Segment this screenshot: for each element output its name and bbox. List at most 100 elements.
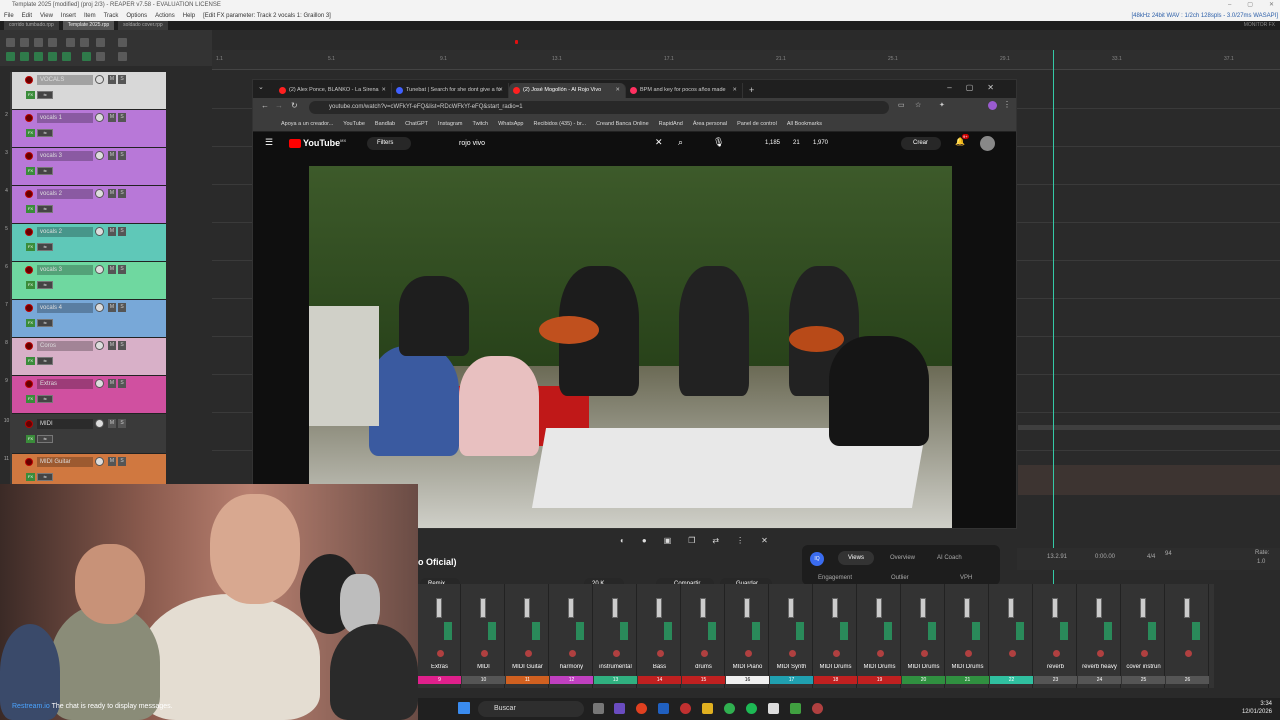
midi-item[interactable] — [1018, 425, 1280, 430]
bookmark-item[interactable]: Creand Banca Online — [596, 117, 649, 131]
reaper-icon[interactable] — [812, 703, 823, 714]
browser-menu-icon[interactable]: ⋮ — [1003, 100, 1011, 109]
pan-knob[interactable] — [657, 650, 664, 657]
profile-avatar[interactable] — [988, 101, 997, 110]
fx-button[interactable]: FX — [26, 319, 35, 327]
pan-knob[interactable] — [745, 650, 752, 657]
mute-button[interactable]: M — [108, 457, 116, 466]
vidiq-tab-overview[interactable]: Overview — [890, 555, 915, 561]
route-button[interactable]: ⇆ — [37, 395, 53, 403]
mixer-strip[interactable]: harmony 12 — [550, 584, 593, 688]
browser-tab[interactable]: Tunebat | Search for she dont give a fo ✕ — [392, 83, 509, 98]
task-view-icon[interactable] — [593, 703, 604, 714]
volume-knob[interactable] — [95, 75, 104, 84]
route-button[interactable]: ⇆ — [37, 243, 53, 251]
track-header[interactable]: 8 Coros M S FX ⇆ — [5, 338, 166, 376]
spotify-icon[interactable] — [746, 703, 757, 714]
ripple-icon[interactable] — [20, 52, 29, 61]
fx-button[interactable]: FX — [26, 357, 35, 365]
mixer-strip[interactable]: MIDI Drums 18 — [814, 584, 857, 688]
browser-tab[interactable]: BPM and key for pocos años made ✕ — [626, 83, 743, 98]
tab-close-icon[interactable]: ✕ — [615, 83, 620, 98]
record-arm-icon[interactable] — [25, 114, 33, 122]
volume-fader[interactable] — [1052, 598, 1058, 618]
track-header[interactable]: 4 vocals 2 M S FX ⇆ — [5, 186, 166, 224]
bookmark-item[interactable]: Instagram — [438, 117, 462, 131]
route-button[interactable]: ⇆ — [37, 129, 53, 137]
bookmark-star-icon[interactable]: ☆ — [915, 101, 921, 109]
monitor-fx[interactable]: MONITOR FX — [1239, 21, 1280, 30]
volume-fader[interactable] — [1008, 598, 1014, 618]
mixer-strip[interactable]: MIDI Drums 21 — [946, 584, 989, 688]
browser-tab[interactable]: (2) Alex Ponce, BLANKO - La Sirena ✕ — [275, 83, 392, 98]
volume-fader[interactable] — [920, 598, 926, 618]
envelope-icon[interactable] — [62, 52, 71, 61]
snap-icon[interactable] — [6, 52, 15, 61]
record-arm-icon[interactable] — [25, 266, 33, 274]
new-project-icon[interactable] — [6, 38, 15, 47]
cut-icon[interactable] — [118, 52, 127, 61]
mute-button[interactable]: M — [108, 379, 116, 388]
mixer-strip[interactable]: 22 — [990, 584, 1033, 688]
fx-slot[interactable] — [664, 622, 672, 640]
bookmark-item[interactable]: Recibidos (435) - br... — [533, 117, 586, 131]
fx-slot[interactable] — [1104, 622, 1112, 640]
menu-item[interactable]: Item — [84, 11, 96, 21]
pan-knob[interactable] — [921, 650, 928, 657]
mixer-strip[interactable]: reverb 23 — [1034, 584, 1077, 688]
pan-knob[interactable] — [965, 650, 972, 657]
filters-button[interactable]: Filters — [367, 137, 411, 150]
project-tab[interactable]: soldado cover.rpp — [118, 21, 168, 30]
vidiq-tab-ai-coach[interactable]: AI Coach — [937, 555, 962, 561]
loop-icon[interactable] — [82, 52, 91, 61]
project-tab-active[interactable]: Template 2025.rpp — [62, 21, 115, 30]
record-arm-icon[interactable] — [25, 228, 33, 236]
menu-view[interactable]: View — [40, 11, 53, 21]
time-signature[interactable]: 4/4 — [1147, 554, 1155, 560]
bookmark-item[interactable]: Bandlab — [375, 117, 395, 131]
fx-slot[interactable] — [1016, 622, 1024, 640]
pan-knob[interactable] — [1097, 650, 1104, 657]
pan-knob[interactable] — [1009, 650, 1016, 657]
route-button[interactable]: ⇆ — [37, 91, 53, 99]
app-icon[interactable] — [680, 703, 691, 714]
vidiq-logo[interactable]: IQ — [810, 552, 824, 566]
menu-track[interactable]: Track — [104, 11, 119, 21]
mute-button[interactable]: M — [108, 265, 116, 274]
pan-knob[interactable] — [1185, 650, 1192, 657]
bookmark-item[interactable]: Apoya a un creador... — [281, 117, 333, 131]
youtube-search-input[interactable]: rojo vivo — [459, 137, 485, 150]
volume-fader[interactable] — [436, 598, 442, 618]
menu-help[interactable]: Help — [183, 11, 195, 21]
solo-button[interactable]: S — [118, 227, 126, 236]
menu-actions[interactable]: Actions — [155, 11, 175, 21]
cast-icon[interactable]: ▭ — [898, 101, 905, 109]
mixer-strip[interactable]: MIDI Drums 19 — [858, 584, 901, 688]
pan-knob[interactable] — [1141, 650, 1148, 657]
solo-button[interactable]: S — [118, 379, 126, 388]
lock-icon[interactable] — [96, 52, 105, 61]
volume-knob[interactable] — [95, 265, 104, 274]
teams-icon[interactable] — [614, 703, 625, 714]
solo-button[interactable]: S — [118, 265, 126, 274]
solo-button[interactable]: S — [118, 341, 126, 350]
fx-slot[interactable] — [796, 622, 804, 640]
record-arm-icon[interactable] — [25, 420, 33, 428]
fx-slot[interactable] — [444, 622, 452, 640]
record-arm-icon[interactable] — [25, 190, 33, 198]
track-header[interactable]: VOCALS M S FX ⇆ — [12, 72, 166, 110]
volume-knob[interactable] — [95, 419, 104, 428]
fx-button[interactable]: FX — [26, 473, 35, 481]
volume-fader[interactable] — [788, 598, 794, 618]
more-icon[interactable]: ⋮ — [736, 536, 744, 545]
fx-button[interactable]: FX — [26, 435, 35, 443]
volume-fader[interactable] — [1140, 598, 1146, 618]
bookmark-item[interactable]: WhatsApp — [498, 117, 523, 131]
browser-window-controls[interactable]: –▢✕ — [947, 83, 1008, 92]
extensions-icon[interactable]: ✦ — [939, 101, 945, 109]
mixer-strip[interactable]: instrumental 13 — [594, 584, 637, 688]
night-mode-icon[interactable]: ◐ — [620, 536, 625, 545]
record-arm-icon[interactable] — [25, 458, 33, 466]
loop-icon[interactable]: ⇄ — [712, 536, 719, 545]
mute-button[interactable]: M — [108, 227, 116, 236]
